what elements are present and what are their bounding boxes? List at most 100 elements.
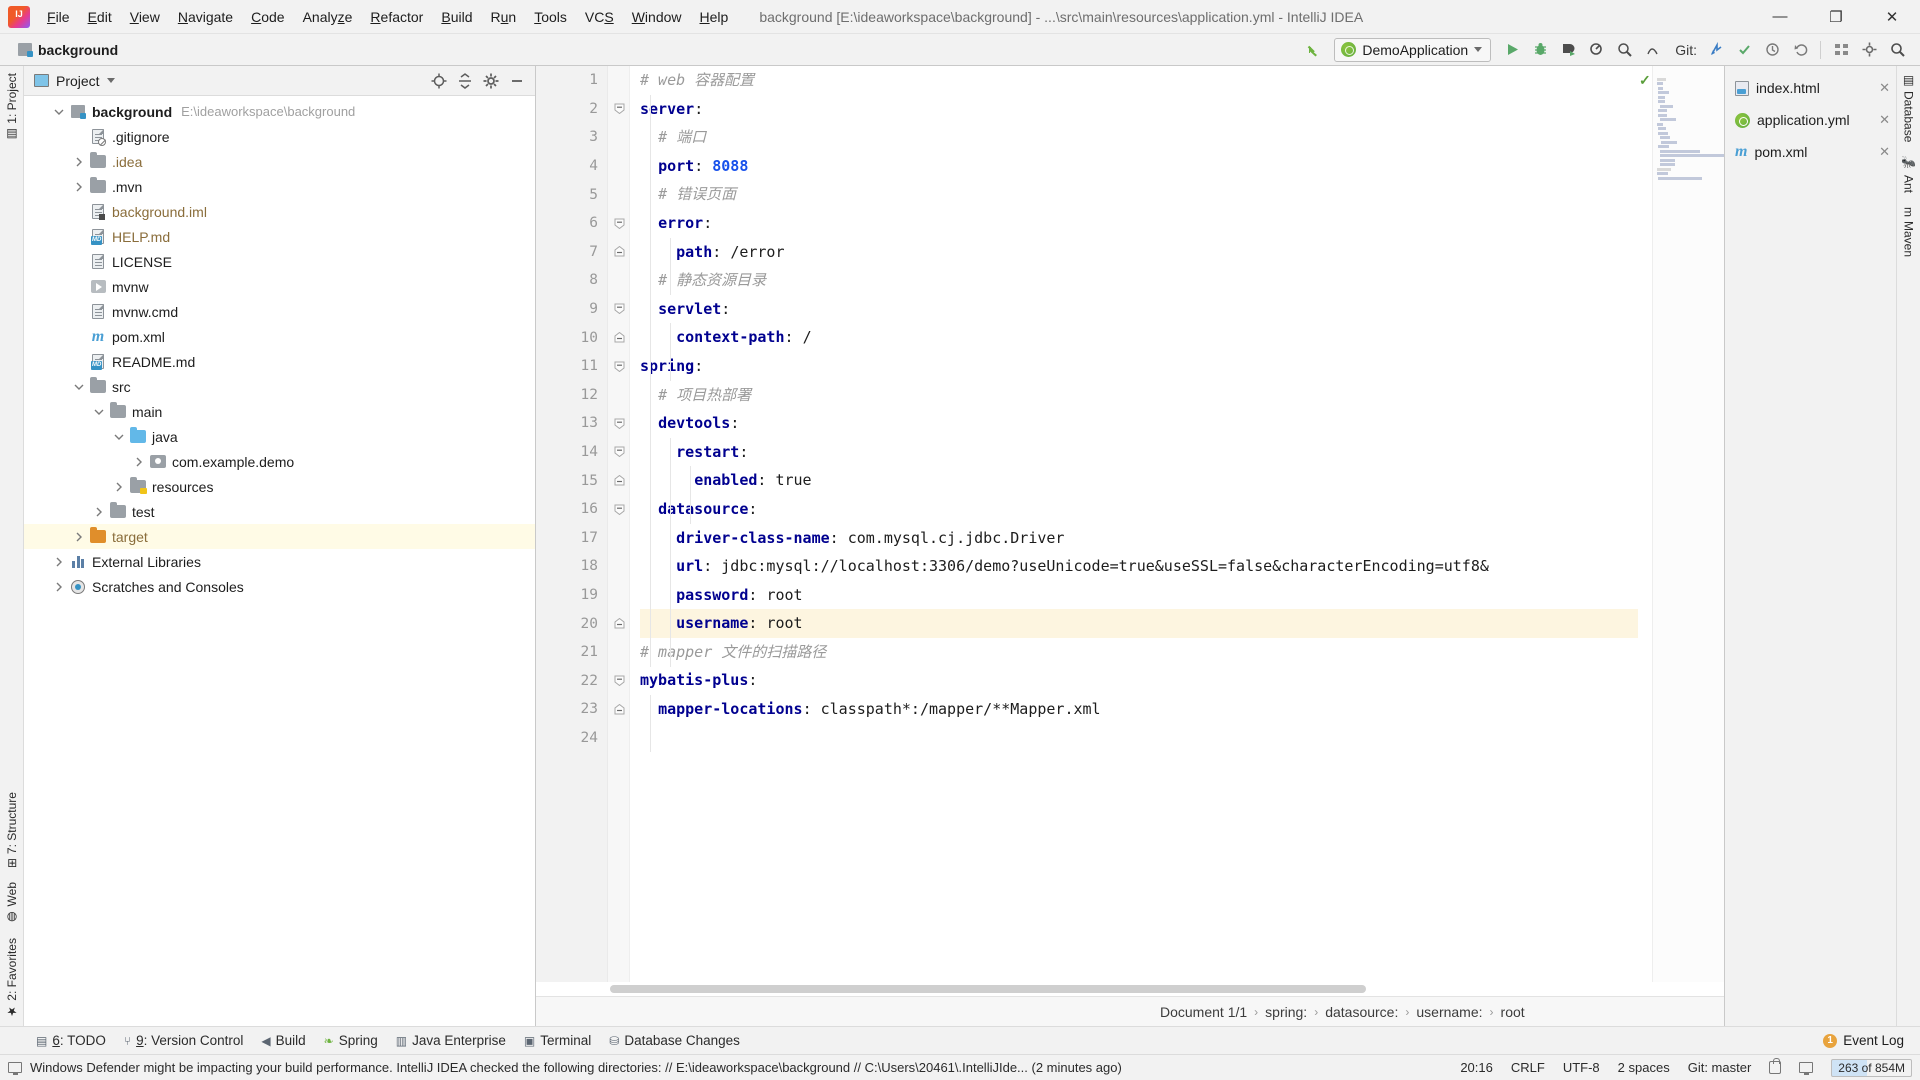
fold-collapse-icon[interactable] bbox=[613, 217, 625, 229]
tree-node-scratches-and-consoles[interactable]: Scratches and Consoles bbox=[24, 574, 535, 599]
chevron-right-icon[interactable] bbox=[70, 157, 88, 167]
code-line[interactable]: server: bbox=[640, 95, 1638, 124]
sidebar-item-database[interactable]: ▤ Database bbox=[1899, 66, 1919, 149]
sidebar-item-project[interactable]: ▤ 1: Project bbox=[2, 66, 22, 149]
code-line[interactable]: # 静态资源目录 bbox=[640, 266, 1638, 295]
menu-tools[interactable]: Tools bbox=[525, 5, 576, 29]
breadcrumb-segment[interactable]: datasource: bbox=[1325, 1004, 1398, 1020]
profiler-icon[interactable] bbox=[1583, 37, 1609, 63]
attach-debugger-icon[interactable] bbox=[1611, 37, 1637, 63]
code-line[interactable]: # 端口 bbox=[640, 123, 1638, 152]
code-line[interactable]: # web 容器配置 bbox=[640, 66, 1638, 95]
close-icon[interactable]: ✕ bbox=[1879, 80, 1890, 96]
fold-end-icon[interactable] bbox=[613, 474, 625, 486]
code-line[interactable]: # 错误页面 bbox=[640, 180, 1638, 209]
fold-collapse-icon[interactable] bbox=[613, 675, 625, 687]
project-panel-title-group[interactable]: Project bbox=[34, 73, 115, 89]
code-line[interactable]: error: bbox=[640, 209, 1638, 238]
menu-window[interactable]: Window bbox=[623, 5, 691, 29]
fold-collapse-icon[interactable] bbox=[613, 417, 625, 429]
bottom-tab-database-changes[interactable]: ⛁Database Changes bbox=[609, 1033, 740, 1048]
tree-node-java[interactable]: java bbox=[24, 424, 535, 449]
project-structure-icon[interactable] bbox=[1828, 37, 1854, 63]
code-line[interactable]: enabled: true bbox=[640, 466, 1638, 495]
tree-node-license[interactable]: LICENSE bbox=[24, 249, 535, 274]
menu-edit[interactable]: Edit bbox=[79, 5, 121, 29]
settings-icon[interactable] bbox=[1856, 37, 1882, 63]
menu-refactor[interactable]: Refactor bbox=[361, 5, 432, 29]
fold-collapse-icon[interactable] bbox=[613, 446, 625, 458]
chevron-down-icon[interactable] bbox=[70, 383, 88, 391]
chevron-right-icon[interactable] bbox=[90, 507, 108, 517]
bottom-tab-9-version-control[interactable]: ⑂9: Version Control bbox=[124, 1033, 244, 1048]
fold-collapse-icon[interactable] bbox=[613, 503, 625, 515]
code-line[interactable]: # 项目热部署 bbox=[640, 381, 1638, 410]
code-minimap[interactable] bbox=[1652, 66, 1724, 982]
tree-node-mvnw[interactable]: mvnw bbox=[24, 274, 535, 299]
menu-file[interactable]: File bbox=[38, 5, 79, 29]
search-everywhere-small-icon[interactable] bbox=[1639, 37, 1665, 63]
locate-icon[interactable] bbox=[427, 69, 451, 93]
chevron-down-icon[interactable] bbox=[110, 433, 128, 441]
bottom-tab-terminal[interactable]: ▣Terminal bbox=[524, 1033, 591, 1048]
lock-icon[interactable] bbox=[1769, 1061, 1781, 1074]
close-icon[interactable]: ✕ bbox=[1879, 144, 1890, 160]
code-line[interactable]: mapper-locations: classpath*:/mapper/**M… bbox=[640, 695, 1638, 724]
tree-node-background-iml[interactable]: background.iml bbox=[24, 199, 535, 224]
bottom-tab-6-todo[interactable]: ▤6: TODO bbox=[36, 1033, 106, 1048]
tree-node--idea[interactable]: .idea bbox=[24, 149, 535, 174]
close-icon[interactable]: ✕ bbox=[1879, 112, 1890, 128]
fold-collapse-icon[interactable] bbox=[613, 360, 625, 372]
history-icon[interactable] bbox=[1759, 37, 1785, 63]
tree-node-test[interactable]: test bbox=[24, 499, 535, 524]
code-line[interactable]: mybatis-plus: bbox=[640, 666, 1638, 695]
fold-collapse-icon[interactable] bbox=[613, 303, 625, 315]
fold-end-icon[interactable] bbox=[613, 331, 625, 343]
chevron-right-icon[interactable] bbox=[70, 182, 88, 192]
editor-horizontal-scrollbar[interactable] bbox=[536, 982, 1724, 996]
breadcrumb-segment[interactable]: Document 1/1 bbox=[1160, 1004, 1247, 1020]
code-folding-gutter[interactable] bbox=[608, 66, 630, 982]
code-line[interactable]: # mapper 文件的扫描路径 bbox=[640, 638, 1638, 667]
chevron-right-icon[interactable] bbox=[50, 582, 68, 592]
inspection-gutter[interactable]: ✓ bbox=[1638, 66, 1652, 982]
back-arrow-icon[interactable] bbox=[1300, 37, 1326, 63]
chevron-down-icon[interactable] bbox=[90, 408, 108, 416]
fold-end-icon[interactable] bbox=[613, 703, 625, 715]
chevron-right-icon[interactable] bbox=[130, 457, 148, 467]
run-icon[interactable] bbox=[1499, 37, 1525, 63]
hide-panel-icon[interactable] bbox=[505, 69, 529, 93]
gear-icon[interactable] bbox=[479, 69, 503, 93]
menu-help[interactable]: Help bbox=[691, 5, 738, 29]
collapse-all-icon[interactable] bbox=[453, 69, 477, 93]
tree-node-resources[interactable]: resources bbox=[24, 474, 535, 499]
chevron-down-icon[interactable] bbox=[50, 108, 68, 116]
sidebar-item-maven[interactable]: m Maven bbox=[1899, 200, 1919, 264]
memory-indicator[interactable]: 263 of 854M bbox=[1831, 1059, 1912, 1077]
tree-node-background[interactable]: backgroundE:\ideaworkspace\background bbox=[24, 99, 535, 124]
code-line[interactable]: datasource: bbox=[640, 495, 1638, 524]
breadcrumb[interactable]: background bbox=[18, 42, 118, 58]
sidebar-item-web[interactable]: ◍ Web bbox=[2, 875, 22, 931]
chevron-down-icon[interactable] bbox=[107, 78, 115, 83]
tree-node-com-example-demo[interactable]: com.example.demo bbox=[24, 449, 535, 474]
bottom-tab-spring[interactable]: ❧Spring bbox=[324, 1033, 378, 1048]
chevron-right-icon[interactable] bbox=[110, 482, 128, 492]
code-line[interactable]: context-path: / bbox=[640, 323, 1638, 352]
power-save-icon[interactable] bbox=[1799, 1062, 1813, 1073]
tree-node-main[interactable]: main bbox=[24, 399, 535, 424]
tree-node-external-libraries[interactable]: External Libraries bbox=[24, 549, 535, 574]
tree-node-readme-md[interactable]: MDREADME.md bbox=[24, 349, 535, 374]
code-line[interactable]: spring: bbox=[640, 352, 1638, 381]
git-branch[interactable]: Git: master bbox=[1688, 1060, 1752, 1075]
open-file-index-html[interactable]: index.html✕ bbox=[1725, 72, 1896, 104]
menu-code[interactable]: Code bbox=[242, 5, 293, 29]
sidebar-item-favorites[interactable]: ★ 2: Favorites bbox=[2, 931, 22, 1026]
bottom-tab-build[interactable]: ◀Build bbox=[261, 1033, 305, 1048]
code-line[interactable]: driver-class-name: com.mysql.cj.jdbc.Dri… bbox=[640, 524, 1638, 553]
indent-setting[interactable]: 2 spaces bbox=[1618, 1060, 1670, 1075]
menu-build[interactable]: Build bbox=[432, 5, 481, 29]
menu-analyze[interactable]: Analyze bbox=[294, 5, 362, 29]
rollback-icon[interactable] bbox=[1787, 37, 1813, 63]
chevron-right-icon[interactable] bbox=[50, 557, 68, 567]
